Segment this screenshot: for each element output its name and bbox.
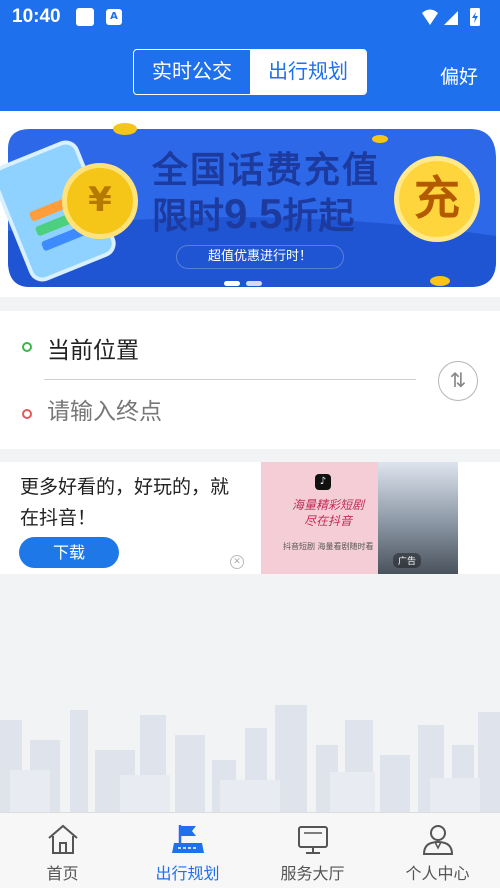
banner-subtitle-suffix: 折起 [282,196,355,237]
ad-card[interactable]: 更多好看的，好玩的，就在抖音！ 下载 ✕ ♪ 海量精彩短剧 尽在抖音 抖音短剧 … [0,462,500,574]
app-notification-icon: A [106,9,122,25]
wifi-icon [422,9,438,25]
service-hall-icon [297,826,328,854]
tab-home[interactable]: 首页 [0,813,125,888]
banner-subtitle: 限时9.5折起 [152,187,354,239]
promo-banner[interactable]: ¥ 全国话费充值 限时9.5折起 超值优惠进行时！ 充 [0,111,500,297]
preferences-button[interactable]: 偏好 [440,62,478,89]
tiktok-logo-icon: ♪ [315,474,331,490]
notification-icon [76,8,94,26]
ad-image-footer: 抖音短剧 海量看剧随时看 [283,542,374,551]
swap-route-button[interactable]: ⇅ [438,361,478,401]
ad-image[interactable]: ♪ 海量精彩短剧 尽在抖音 抖音短剧 海量看剧随时看 广告 [261,462,458,574]
banner-title: 全国话费充值 [152,150,381,191]
banner-discount: 9.5 [224,190,283,237]
ad-tag: 广告 [393,553,422,568]
route-card: 当前位置 ⇅ [0,311,500,449]
signal-icon [444,11,458,25]
coin-icon: ¥ [62,163,138,239]
tab-realtime-bus[interactable]: 实时公交 [134,50,250,94]
tab-profile-label: 个人中心 [405,864,470,883]
ad-text: 更多好看的，好玩的，就在抖音！ [20,476,230,529]
tab-route-plan-label: 出行规划 [155,864,220,883]
tab-service-hall-label: 服务大厅 [280,864,345,883]
route-plan-icon [171,825,204,853]
destination-dot-icon [22,409,32,419]
city-skyline-illustration [0,705,500,812]
tab-service-hall[interactable]: 服务大厅 [250,813,375,888]
divider [44,379,416,380]
bottom-tab-bar: 首页 出行规划 服务大厅 个人中心 [0,812,500,888]
mode-segmented-control: 实时公交 出行规划 [133,49,367,95]
status-bar: 10:40 A [0,0,500,34]
status-icons [422,8,480,26]
carousel-dot[interactable] [246,281,262,286]
origin-field[interactable]: 当前位置 [47,331,139,365]
ad-image-headline: 海量精彩短剧 尽在抖音 [291,498,364,528]
origin-dot-icon [22,342,32,352]
app-header: 实时公交 出行规划 偏好 [0,34,500,111]
tab-profile[interactable]: 个人中心 [375,813,500,888]
destination-input[interactable] [47,399,407,425]
status-time: 10:40 [12,6,61,27]
tab-home-label: 首页 [46,864,79,883]
tab-route-plan[interactable]: 出行规划 [125,813,250,888]
home-icon [47,824,78,854]
banner-pill: 超值优惠进行时！ [176,245,344,269]
ad-close-icon[interactable]: ✕ [230,555,244,569]
banner-subtitle-prefix: 限时 [152,196,225,237]
carousel-dot[interactable] [224,281,240,286]
person-icon [422,825,453,855]
carousel-indicator [224,281,262,286]
recharge-badge-icon: 充 [394,156,480,242]
tab-trip-planning[interactable]: 出行规划 [250,50,366,94]
ad-download-button[interactable]: 下载 [19,537,119,568]
